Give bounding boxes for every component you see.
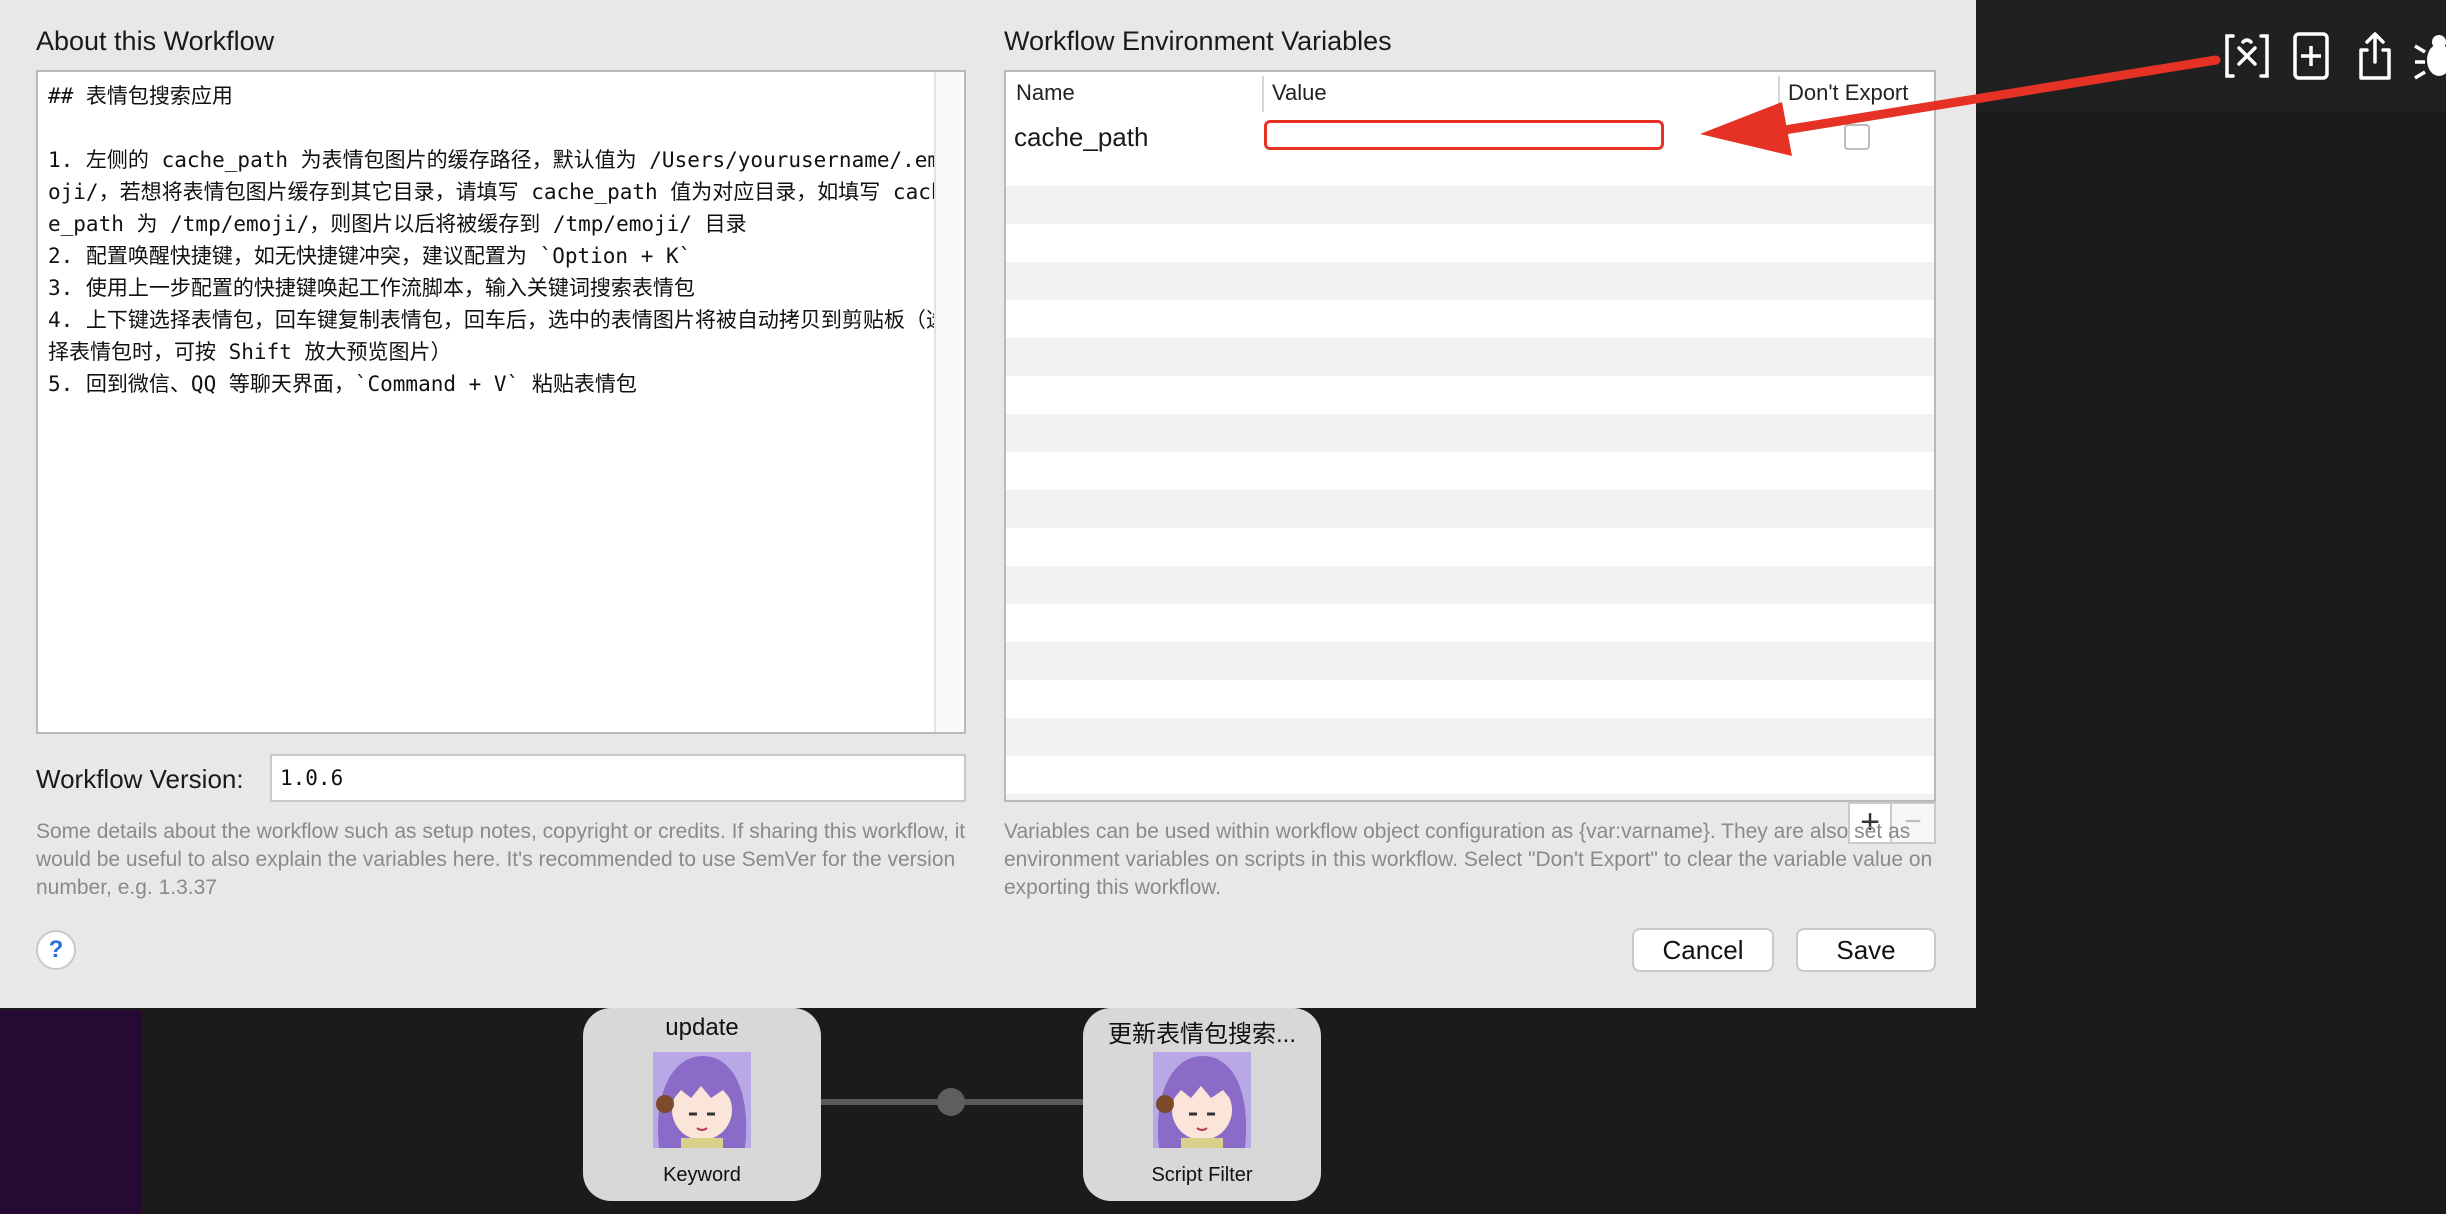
- column-header-name[interactable]: Name: [1016, 80, 1075, 106]
- anime-girl-avatar-icon: [1153, 1052, 1251, 1148]
- column-header-dont-export[interactable]: Don't Export: [1788, 80, 1908, 106]
- help-button[interactable]: ?: [36, 930, 76, 970]
- column-separator: [1262, 76, 1264, 112]
- variable-name-cell[interactable]: cache_path: [1014, 122, 1148, 153]
- node-title: update: [665, 1014, 739, 1041]
- env-table-header: Name Value Don't Export: [1006, 72, 1934, 118]
- node-type-label: Script Filter: [1151, 1164, 1253, 1186]
- debug-icon[interactable]: [2411, 28, 2446, 84]
- connection-handle[interactable]: [937, 1088, 965, 1116]
- about-text[interactable]: ## 表情包搜索应用 1. 左侧的 cache_path 为表情包图片的缓存路径…: [48, 80, 950, 400]
- about-help-text: Some details about the workflow such as …: [36, 820, 966, 899]
- version-input[interactable]: [270, 754, 966, 802]
- save-button[interactable]: Save: [1796, 928, 1936, 972]
- env-help-text: Variables can be used within workflow ob…: [1004, 820, 1933, 899]
- variables-icon[interactable]: [2219, 28, 2275, 84]
- column-header-value[interactable]: Value: [1272, 80, 1327, 106]
- script-filter-node[interactable]: 更新表情包搜索... Script Filter: [1083, 1008, 1321, 1201]
- node-type-label: Keyword: [663, 1164, 741, 1186]
- sidebar-strip: [0, 1010, 142, 1214]
- column-separator: [1778, 76, 1780, 112]
- add-object-icon[interactable]: [2283, 28, 2339, 84]
- dont-export-checkbox[interactable]: [1844, 124, 1870, 150]
- variable-value-input[interactable]: [1264, 120, 1664, 150]
- about-textarea[interactable]: ## 表情包搜索应用 1. 左侧的 cache_path 为表情包图片的缓存路径…: [36, 70, 966, 734]
- env-variables-table: Name Value Don't Export cache_path: [1004, 70, 1936, 802]
- table-row[interactable]: cache_path: [1006, 116, 1934, 154]
- cancel-button[interactable]: Cancel: [1632, 928, 1774, 972]
- version-label: Workflow Version:: [36, 764, 244, 794]
- workflow-toolbar: [1975, 0, 2446, 112]
- share-icon[interactable]: [2347, 28, 2403, 84]
- anime-girl-avatar-icon: [653, 1052, 751, 1148]
- node-title: 更新表情包搜索...: [1107, 1021, 1296, 1048]
- about-title: About this Workflow: [36, 26, 275, 56]
- keyword-node[interactable]: update Keyword: [583, 1008, 821, 1201]
- env-title: Workflow Environment Variables: [1004, 26, 1392, 56]
- about-scrollbar[interactable]: [934, 72, 964, 732]
- workflow-configuration-dialog: About this Workflow ## 表情包搜索应用 1. 左侧的 ca…: [0, 0, 1976, 1008]
